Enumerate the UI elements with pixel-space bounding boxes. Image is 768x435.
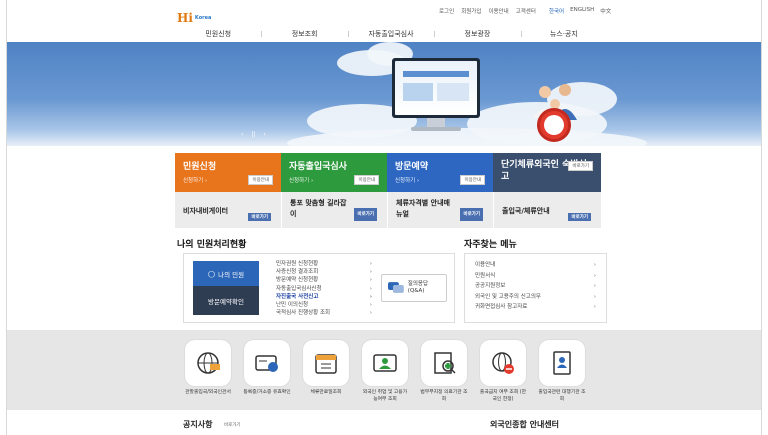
my-petition-button[interactable]: ◯ 나의 민원 — [193, 261, 259, 286]
tile-short-stay-report[interactable]: 단기체류외국인 숙박신고 바로가기 — [493, 153, 601, 192]
logo-hi: Hi — [177, 11, 193, 25]
freq-link[interactable]: 귀화면접심사 참고자료 — [475, 302, 596, 313]
service-label: 등록증/거소증 유효확인 — [243, 390, 291, 395]
page-frame: Hi Korea 로그인 회원가입 이용안내 고객센터 한국어 ENGLISH … — [6, 0, 762, 435]
freq-link[interactable]: 공공지원정보 — [475, 281, 596, 292]
tile-title: 민원신청 — [183, 162, 217, 172]
card-icon — [244, 340, 290, 386]
tile-guide-button[interactable]: 이용안내 — [248, 175, 273, 185]
travel-ban-icon — [480, 340, 526, 386]
qna-label: 질의응답 (Q&A) — [407, 281, 429, 294]
globe-icon — [185, 340, 231, 386]
nav-news-notice[interactable]: 뉴스·공지 — [520, 29, 607, 39]
tile-immigration-guide[interactable]: 출입국/체류안내 바로가기 — [493, 192, 601, 228]
status-link[interactable]: 사증신청 결과조회 — [276, 268, 372, 276]
status-link-highlight[interactable]: 자진출국 사전신고 — [276, 293, 372, 301]
status-panel: ◯ 나의 민원 방문예약확인 민자권원 신청현황 사증신청 결과조회 방문예약 … — [183, 253, 455, 323]
tile-goto-button[interactable]: 바로가기 — [354, 208, 377, 221]
banner-pause-button[interactable]: || — [251, 131, 255, 138]
service-label: 법무부지정 의료기관 조회 — [420, 390, 468, 402]
lang-korean[interactable]: 한국어 — [549, 7, 564, 15]
info-center-title: 외국인종합 안내센터 — [490, 420, 560, 429]
tile-guide-button[interactable]: 이용안내 — [460, 175, 485, 185]
banner-next-button[interactable]: › — [263, 131, 265, 138]
frequent-menu-title: 자주찾는 메뉴 — [464, 240, 517, 250]
tile-goto-button[interactable]: 바로가기 — [568, 213, 591, 221]
util-helpdesk[interactable]: 고객센터 — [516, 7, 536, 15]
utility-nav: 로그인 회원가입 이용안내 고객센터 한국어 ENGLISH 中文 — [439, 7, 611, 15]
status-link[interactable]: 민자권원 신청현황 — [276, 260, 372, 268]
hero-banner[interactable] — [7, 42, 761, 146]
status-link[interactable]: 방문예약 신청현황 — [276, 276, 372, 284]
monitor-base — [411, 127, 461, 131]
service-label: 체류만료일조회 — [310, 390, 342, 395]
chat-bubble-icon — [388, 282, 404, 293]
notice-title: 공지사항 — [183, 420, 213, 429]
status-link[interactable]: 난민 이의신청 — [276, 301, 372, 309]
lang-chinese[interactable]: 中文 — [600, 7, 611, 15]
service-label: 출국금지 여부 조회 (한국인 한정) — [479, 390, 527, 402]
util-guide[interactable]: 이용안내 — [488, 7, 508, 15]
tile-visit-reservation[interactable]: 방문예약 신청하기 › 이용안내 — [387, 153, 493, 192]
status-section-title: 나의 민원처리현황 — [177, 240, 247, 250]
tile-civil-petition[interactable]: 민원신청 신청하기 › 이용안내 — [175, 153, 281, 192]
tile-visa-navigator[interactable]: 비자내비게이터 바로가기 — [175, 192, 281, 228]
nav-info-inquiry[interactable]: 정보조회 — [261, 29, 347, 39]
service-medical-institution[interactable]: 법무부지정 의료기관 조회 — [420, 340, 468, 403]
service-label: 외국인 취업 및 고용가능여부 조회 — [362, 390, 408, 402]
my-petition-box: ◯ 나의 민원 방문예약확인 — [193, 261, 259, 315]
notice-more-link[interactable]: 바로가기 — [224, 422, 241, 428]
calendar-icon — [303, 340, 349, 386]
frequent-menu-panel: 이용안내 민원서식 공공지원정보 외국인 및 고용주의 신고의무 귀화면접심사 … — [464, 253, 607, 323]
nav-civil-petition[interactable]: 민원신청 — [175, 29, 261, 39]
banner-prev-button[interactable]: ‹ — [241, 131, 243, 138]
monitor-illustration — [392, 58, 480, 118]
service-stay-expiry[interactable]: 체류만료일조회 — [302, 340, 350, 397]
alarm-clock-illustration — [537, 108, 571, 142]
service-label: 관할출입국/외국인관서 — [185, 390, 231, 395]
util-login[interactable]: 로그인 — [439, 7, 454, 15]
banner-controls: ‹ || › — [241, 131, 266, 138]
freq-link[interactable]: 이용안내 — [475, 260, 596, 271]
lang-english[interactable]: ENGLISH — [570, 7, 594, 15]
tile-goto-button[interactable]: 바로가기 — [568, 161, 593, 171]
qna-button[interactable]: 질의응답 (Q&A) — [381, 274, 447, 302]
tile-guide-button[interactable]: 이용안내 — [354, 175, 379, 185]
service-label: 출입국관련 대행기관 조회 — [538, 390, 586, 402]
nav-info-plaza[interactable]: 정보광장 — [434, 29, 520, 39]
tile-goto-button[interactable]: 바로가기 — [460, 208, 483, 221]
status-link-list: 민자권원 신청현황 사증신청 결과조회 방문예약 신청현황 자동출입국심사신청 … — [276, 260, 372, 318]
util-signup[interactable]: 회원가입 — [461, 7, 481, 15]
service-jurisdiction-office[interactable]: 관할출입국/외국인관서 — [184, 340, 232, 397]
user-icon: ◯ — [207, 269, 216, 278]
nav-auto-immigration[interactable]: 자동출입국심사 — [347, 29, 434, 39]
language-switch: 한국어 ENGLISH 中文 — [549, 7, 611, 15]
status-link[interactable]: 자동출입국심사신청 — [276, 285, 372, 293]
tile-stay-manual[interactable]: 체류자격별 안내매뉴얼 바로가기 — [387, 192, 493, 228]
logo-korea: Korea — [194, 15, 212, 21]
tile-title: 자동출입국심사 — [289, 162, 347, 172]
freq-link[interactable]: 외국인 및 고용주의 신고의무 — [475, 292, 596, 303]
my-petition-label: 나의 민원 — [218, 270, 245, 279]
site-logo[interactable]: Hi Korea — [177, 9, 211, 27]
visit-check-button[interactable]: 방문예약확인 — [193, 286, 259, 315]
tile-goto-button[interactable]: 바로가기 — [248, 213, 271, 221]
tile-title: 방문예약 — [395, 162, 429, 172]
status-link[interactable]: 국적심사 진행상황 조회 — [276, 309, 372, 317]
service-agency-check[interactable]: 출입국관련 대행기관 조회 — [538, 340, 586, 403]
medical-icon — [421, 340, 467, 386]
tile-title: 통포 맞춤형 길라잡이 — [290, 199, 347, 218]
service-employment-check[interactable]: 외국인 취업 및 고용가능여부 조회 — [361, 340, 409, 403]
main-nav: 민원신청 정보조회 자동출입국심사 정보광장 뉴스·공지 — [175, 26, 607, 41]
agency-icon — [539, 340, 585, 386]
service-card-validity[interactable]: 등록증/거소증 유효확인 — [243, 340, 291, 397]
freq-link[interactable]: 민원서식 — [475, 271, 596, 282]
tile-compatriot-guide[interactable]: 통포 맞춤형 길라잡이 바로가기 — [281, 192, 387, 228]
tile-title: 체류자격별 안내매뉴얼 — [396, 199, 450, 218]
service-travel-ban[interactable]: 출국금지 여부 조회 (한국인 한정) — [479, 340, 527, 403]
worker-icon — [362, 340, 408, 386]
tile-auto-immigration[interactable]: 자동출입국심사 신청하기 › 이용안내 — [281, 153, 387, 192]
